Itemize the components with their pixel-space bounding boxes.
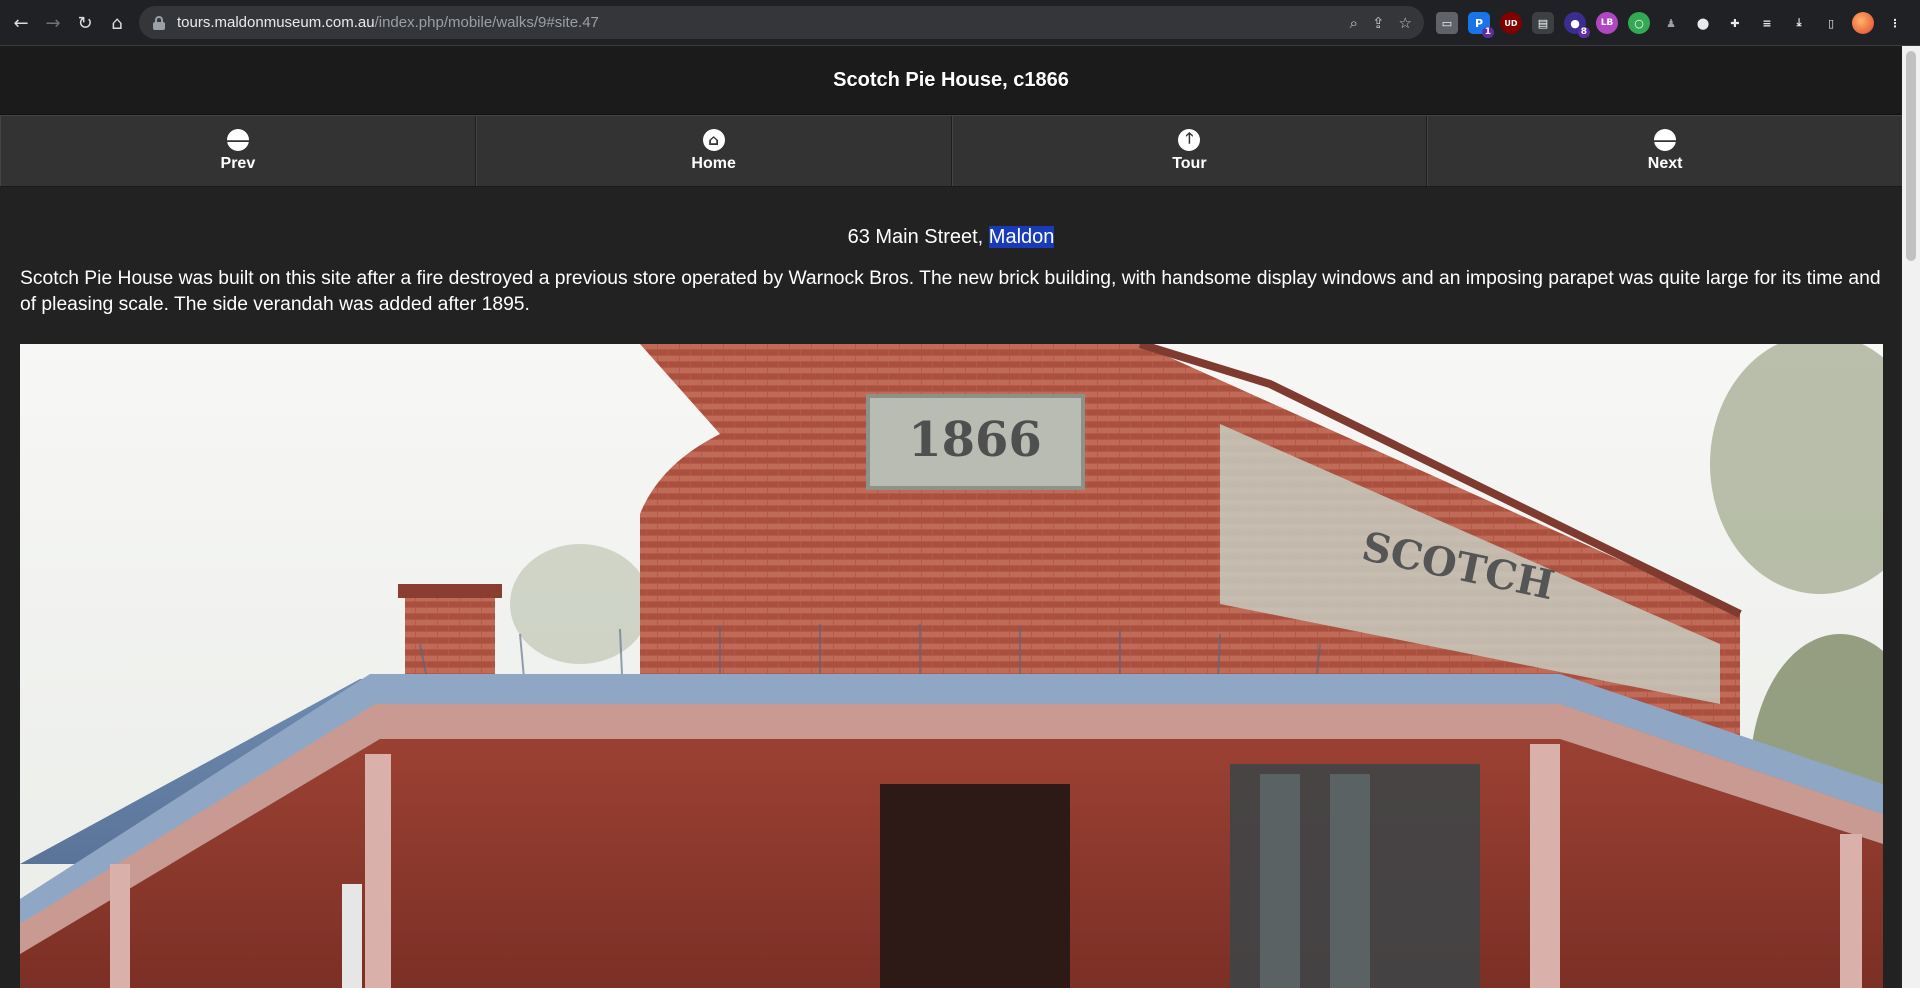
bookmark-star-icon[interactable]: ☆ — [1399, 14, 1412, 32]
page-scrollbar[interactable] — [1902, 46, 1920, 988]
arrow-left-icon: 🡐 — [218, 129, 258, 151]
extensions-bar: ▭ P1 UD ▤ ● 8 LB ○ ♟ ⬤ ✚ ≡ ⤓ ▯ ⋮ — [1436, 8, 1906, 38]
extension-badge: 8 — [1577, 27, 1590, 38]
ublock-icon[interactable]: UD — [1500, 12, 1522, 34]
nav-prev-label: Prev — [220, 155, 256, 172]
share-icon[interactable]: ⇪ — [1372, 14, 1385, 32]
nav-next-label: Next — [1647, 155, 1683, 172]
lock-icon[interactable] — [153, 15, 165, 30]
site-description: Scotch Pie House was built on this site … — [20, 268, 1881, 315]
scrollbar-thumb[interactable] — [1906, 51, 1916, 261]
reader-extension-icon[interactable]: ▭ — [1436, 12, 1458, 34]
nav-next-button[interactable]: 🡒 Next — [1427, 116, 1902, 186]
lb-extension-icon[interactable]: LB — [1596, 12, 1618, 34]
site-navbar: 🡐 Prev ⌂ Home 🡑 Tour 🡒 Next — [0, 115, 1902, 187]
web-page: Scotch Pie House, c1866 🡐 Prev ⌂ Home 🡑 … — [0, 46, 1902, 988]
photo-year-text: 1866 — [908, 412, 1042, 468]
page-title: Scotch Pie House, c1866 — [0, 46, 1902, 115]
nav-prev-button[interactable]: 🡐 Prev — [0, 116, 476, 186]
home-browser-icon[interactable]: ⌂ — [102, 8, 132, 38]
extensions-puzzle-icon[interactable]: ✚ — [1724, 12, 1746, 34]
reload-icon[interactable]: ↻ — [70, 8, 100, 38]
green-extension-icon[interactable]: ○ — [1628, 12, 1650, 34]
address-town-selected: Maldon — [988, 226, 1055, 248]
nav-home-button[interactable]: ⌂ Home — [475, 116, 952, 186]
side-panel-icon[interactable]: ▯ — [1820, 12, 1842, 34]
url-host: tours.maldonmuseum.com.au — [177, 14, 375, 31]
profile-avatar[interactable] — [1852, 12, 1874, 34]
extension-badge: 1 — [1481, 27, 1494, 38]
nav-tour-button[interactable]: 🡑 Tour — [951, 116, 1428, 186]
building-photo: 1866 SCOTCH — [20, 344, 1883, 988]
arrow-right-icon: 🡒 — [1645, 129, 1685, 151]
download-icon[interactable]: ⤓ — [1788, 12, 1810, 34]
shield-extension-icon[interactable]: ● 8 — [1564, 12, 1590, 38]
password-extension-icon[interactable]: P1 — [1468, 12, 1494, 38]
address-street: 63 Main Street, — [847, 226, 989, 248]
reading-list-icon[interactable]: ≡ — [1756, 12, 1778, 34]
url-path: /index.php/mobile/walks/9#site.47 — [374, 14, 599, 31]
location-pin-icon[interactable]: ⬤ — [1692, 12, 1714, 34]
nav-home-label: Home — [691, 155, 736, 172]
nav-tour-label: Tour — [1172, 155, 1207, 172]
home-icon: ⌂ — [702, 129, 725, 151]
site-address: 63 Main Street, Maldon — [0, 226, 1902, 249]
forward-icon[interactable]: → — [38, 8, 68, 38]
browser-toolbar: ← → ↻ ⌂ tours.maldonmuseum.com.au/index.… — [0, 0, 1920, 46]
menu-kebab-icon[interactable]: ⋮ — [1884, 12, 1906, 34]
zoom-icon[interactable]: ⌕ — [1350, 14, 1358, 32]
address-bar[interactable]: tours.maldonmuseum.com.au/index.php/mobi… — [139, 6, 1424, 39]
back-icon[interactable]: ← — [6, 8, 36, 38]
arrow-up-icon: 🡑 — [1178, 129, 1201, 151]
tab-extension-icon[interactable]: ▤ — [1532, 12, 1554, 34]
ghost-extension-icon[interactable]: ♟ — [1660, 12, 1682, 34]
